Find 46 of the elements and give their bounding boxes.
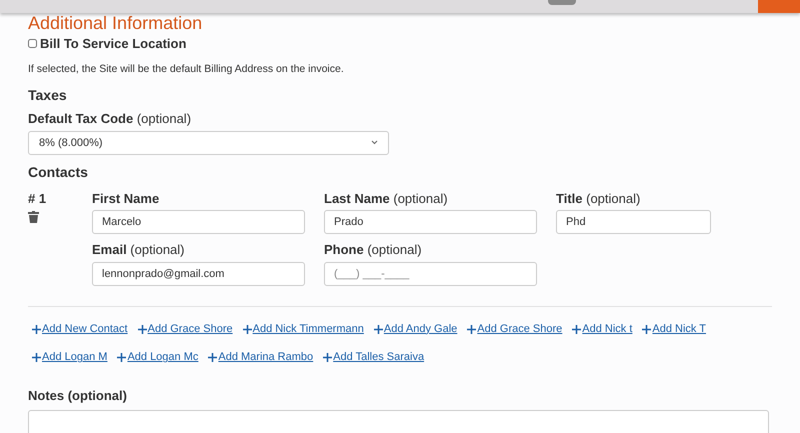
- text-field[interactable]: lennonprado@gmail.com: [92, 262, 305, 286]
- add-contact-link[interactable]: Add Logan M: [32, 349, 108, 366]
- header-accent: [758, 0, 800, 13]
- chevron-icon: [371, 140, 378, 146]
- add-contact-link[interactable]: Add Talles Saraiva: [323, 349, 424, 366]
- plus-icon: [117, 353, 126, 362]
- plus-icon: [467, 324, 476, 334]
- add-contact-link[interactable]: Add Logan Mc: [117, 349, 198, 366]
- contacts-heading: Contacts: [28, 162, 89, 182]
- checkbox[interactable]: [28, 39, 37, 48]
- plus-icon: [323, 353, 332, 362]
- section-title: Additional Information: [28, 14, 202, 32]
- plus-icon: [572, 324, 582, 334]
- checkbox-label: Bill To Service Location: [40, 35, 186, 53]
- text-field[interactable]: Marcelo: [92, 210, 305, 234]
- add-contact-link[interactable]: Add Nick t: [572, 320, 632, 338]
- notes-label: Notes (optional): [28, 386, 128, 405]
- plus-icon: [242, 324, 252, 334]
- text-field[interactable]: Prado: [324, 210, 537, 234]
- plus-icon: [138, 324, 147, 334]
- plus-icon: [32, 324, 41, 334]
- add-contact-link[interactable]: Add New Contact: [32, 320, 128, 338]
- add-contact-link[interactable]: Add Nick T: [642, 320, 706, 338]
- add-contact-link[interactable]: Add Grace Shore: [467, 320, 562, 338]
- trash-icon[interactable]: [28, 211, 39, 224]
- plus-icon: [374, 324, 383, 334]
- help-text: If selected, the Site will be the default Billing Address on the invoice.: [28, 62, 345, 76]
- tax-code-select[interactable]: 8% (8.000%): [28, 130, 389, 155]
- field-label: Last Name (optional): [324, 190, 449, 208]
- taxes-heading: Taxes: [28, 86, 68, 106]
- plus-icon: [32, 353, 41, 362]
- field-label: Title (optional): [556, 190, 642, 208]
- plus-icon: [208, 353, 218, 362]
- text-field[interactable]: (___) ___-____: [324, 262, 537, 286]
- add-contact-link[interactable]: Add Grace Shore: [138, 320, 233, 338]
- contact-number: # 1: [28, 190, 48, 208]
- plus-icon: [642, 324, 652, 334]
- field-label: First Name: [92, 190, 160, 208]
- add-contact-link[interactable]: Add Marina Rambo: [208, 349, 314, 366]
- field-label: Phone (optional): [324, 241, 423, 260]
- header-pill: [548, 0, 576, 5]
- tax-code-label: Default Tax Code (optional): [28, 110, 192, 128]
- add-contact-link[interactable]: Add Nick Timmermann: [242, 320, 364, 338]
- field-label: Email (optional): [92, 241, 186, 260]
- text-field[interactable]: Phd: [556, 210, 711, 234]
- add-contact-link[interactable]: Add Andy Gale: [374, 320, 458, 338]
